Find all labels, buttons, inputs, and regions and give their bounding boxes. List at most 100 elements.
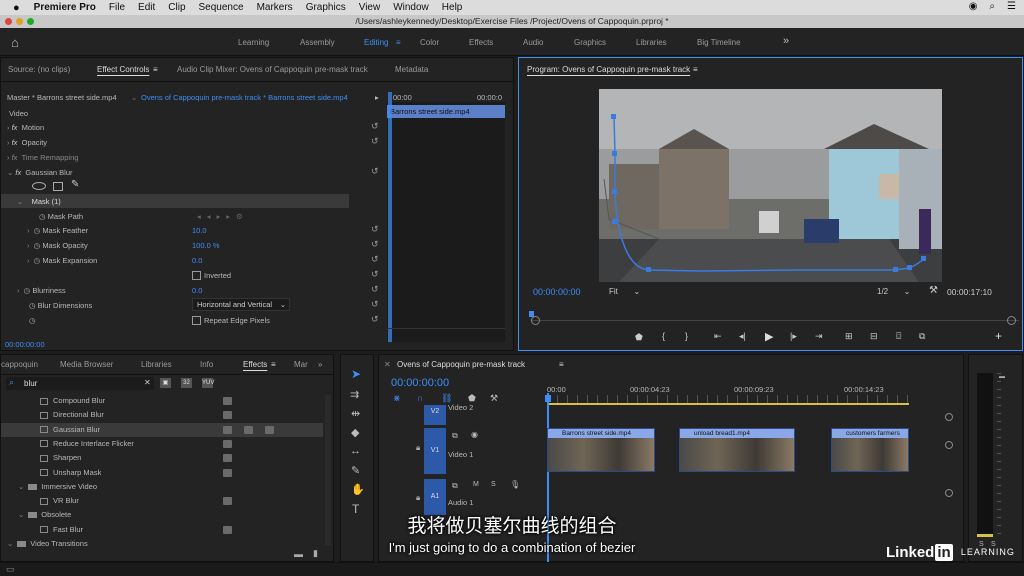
sync-lock-icon[interactable]: ⧉	[452, 481, 458, 491]
effect-item[interactable]: VR Blur	[1, 494, 323, 508]
search-icon[interactable]: ⌕	[989, 1, 995, 12]
panel-menu-icon[interactable]: ≡	[271, 360, 276, 369]
mark-out-icon[interactable]: }	[685, 331, 688, 341]
sync-lock-icon[interactable]: ⧉	[452, 431, 458, 441]
mask-opacity-value[interactable]: 100.0 %	[192, 239, 220, 253]
mask-feather-value[interactable]: 10.0	[192, 224, 207, 238]
timeline-clip[interactable]: customers farmers	[831, 428, 909, 472]
tab-media-browser[interactable]: Media Browser	[60, 360, 113, 369]
go-to-in-icon[interactable]: ⇤	[714, 331, 722, 342]
timeline-timecode[interactable]: 00:00:00:00	[391, 377, 449, 389]
reset-icon[interactable]: ↺	[371, 224, 379, 235]
timeline-ruler[interactable]	[547, 395, 909, 403]
mask-expansion-row[interactable]: › ◷ Mask Expansion	[27, 254, 97, 268]
mask-opacity-row[interactable]: › ◷ Mask Opacity	[27, 239, 88, 253]
ec-clip-bar[interactable]: Barrons street side.mp4	[387, 105, 505, 118]
effect-item[interactable]: Reduce Interlace Flicker	[1, 437, 323, 451]
app-menu[interactable]: Premiere Pro	[34, 2, 96, 13]
inverted-checkbox[interactable]	[192, 271, 201, 280]
sequence-clip-label[interactable]: Ovens of Cappoquin pre-mask track * Barr…	[141, 91, 348, 105]
program-timecode[interactable]: 00:00:00:00	[533, 287, 581, 297]
mask-path-tracking-controls[interactable]: ◂◂▸▸⚙	[197, 210, 249, 224]
list-icon[interactable]: ☰	[1007, 1, 1016, 12]
repeat-edge-stopwatch-icon[interactable]: ◷	[29, 314, 36, 328]
effect-gaussian-blur[interactable]: ⌄ fx Gaussian Blur	[7, 166, 73, 180]
effects-search-field[interactable]: ⌕ blur ✕	[6, 377, 154, 390]
close-window-button[interactable]	[5, 18, 12, 25]
tab-markers[interactable]: Mar	[294, 360, 308, 369]
step-back-icon[interactable]: ◂|	[739, 331, 746, 342]
resolution-dropdown[interactable]: 1/2 ⌄	[877, 287, 910, 296]
timeline-clip[interactable]: unload bread1.mp4	[679, 428, 795, 472]
menu-view[interactable]: View	[359, 2, 381, 13]
reset-icon[interactable]: ↺	[371, 136, 379, 147]
meter-handle[interactable]: ▬	[999, 374, 1005, 380]
program-scrubber[interactable]	[531, 320, 1019, 321]
blurriness-row[interactable]: › ◷ Blurriness	[17, 284, 66, 298]
eye-icon[interactable]: ◉	[471, 430, 478, 439]
menu-edit[interactable]: Edit	[138, 2, 155, 13]
menu-file[interactable]: File	[109, 2, 125, 13]
effect-item[interactable]: Directional Blur	[1, 408, 323, 422]
home-icon[interactable]: ⌂	[11, 35, 19, 50]
tab-project[interactable]: cappoquin	[1, 360, 38, 369]
master-clip-label[interactable]: Master * Barrons street side.mp4	[7, 91, 117, 105]
go-to-out-icon[interactable]: ⇥	[815, 331, 823, 342]
menu-graphics[interactable]: Graphics	[306, 2, 346, 13]
timeline-clip[interactable]: Barrons street side.mp4	[547, 428, 655, 472]
zoom-handle-left[interactable]	[531, 316, 540, 325]
ripple-edit-tool-icon[interactable]: ⇹	[351, 407, 360, 420]
add-marker-icon[interactable]: ⬟	[635, 332, 643, 343]
ec-scrollbar[interactable]	[387, 328, 505, 336]
bezier-mask-path[interactable]	[599, 89, 942, 282]
sequence-tab[interactable]: Ovens of Cappoquin pre-mask track	[397, 360, 525, 369]
timeline-settings-icon[interactable]: ⚒	[490, 393, 498, 404]
work-area-bar[interactable]	[547, 403, 909, 405]
workspace-audio[interactable]: Audio	[523, 38, 543, 47]
tab-libraries[interactable]: Libraries	[141, 360, 172, 369]
lock-track-icon[interactable]: 🔒︎	[416, 493, 420, 503]
track-select-tool-icon[interactable]: ⇉	[350, 388, 359, 401]
reset-icon[interactable]: ↺	[371, 166, 379, 177]
tab-source[interactable]: Source: (no clips)	[8, 65, 70, 74]
slip-tool-icon[interactable]: ↔	[350, 445, 361, 457]
track-target-v1[interactable]: V1	[424, 428, 446, 474]
yuv-effects-icon[interactable]: YUV	[202, 378, 214, 388]
track-target-a1[interactable]: A1	[424, 479, 446, 515]
lift-icon[interactable]: ⊞	[845, 331, 853, 342]
solo-track-button[interactable]: S	[491, 481, 496, 488]
scroll-handle[interactable]	[945, 489, 953, 497]
fit-dropdown[interactable]: Fit ⌄	[609, 287, 640, 296]
effect-item[interactable]: Gaussian Blur	[1, 422, 323, 437]
pen-tool-icon[interactable]: ✎	[351, 464, 360, 477]
playhead-handle[interactable]	[545, 395, 551, 402]
mark-in-icon[interactable]: {	[662, 331, 665, 341]
program-video-frame[interactable]	[599, 89, 942, 282]
chevron-down-icon[interactable]: ⌄	[131, 91, 137, 105]
effect-item[interactable]: Unsharp Mask	[1, 466, 323, 480]
play-icon[interactable]: ▶	[765, 330, 773, 343]
close-sequence-icon[interactable]: ✕	[384, 360, 391, 369]
settings-wrench-icon[interactable]: ⚒	[929, 285, 938, 296]
tab-audio-clip-mixer[interactable]: Audio Clip Mixer: Ovens of Cappoquin pre…	[177, 65, 368, 74]
pen-mask-icon[interactable]: ✎	[71, 179, 79, 190]
ec-current-time[interactable]: 00:00:00:00	[5, 338, 45, 352]
workspace-menu-icon[interactable]: ≡	[396, 38, 401, 47]
program-monitor-title[interactable]: Program: Ovens of Cappoquin pre-mask tra…	[527, 65, 690, 74]
effects-folder-item[interactable]: ⌄ Immersive Video	[1, 480, 323, 494]
reset-icon[interactable]: ↺	[371, 284, 379, 295]
effects-search-input[interactable]: blur	[24, 379, 37, 388]
workspace-effects[interactable]: Effects	[469, 38, 493, 47]
play-only-audio-icon[interactable]: ▸	[375, 91, 379, 105]
zoom-handle-right[interactable]	[1007, 316, 1016, 325]
snap-icon[interactable]: ∩	[417, 393, 423, 403]
menu-help[interactable]: Help	[442, 2, 463, 13]
ellipse-mask-icon[interactable]	[32, 182, 46, 190]
menu-window[interactable]: Window	[393, 2, 429, 13]
mask-path-row[interactable]: ◷ Mask Path	[39, 210, 83, 224]
selection-tool-icon[interactable]: ➤	[351, 367, 361, 381]
hand-tool-icon[interactable]: ✋	[351, 483, 365, 496]
panel-menu-icon[interactable]: ≡	[559, 360, 564, 369]
mask-expansion-value[interactable]: 0.0	[192, 254, 202, 268]
reset-icon[interactable]: ↺	[371, 121, 379, 132]
